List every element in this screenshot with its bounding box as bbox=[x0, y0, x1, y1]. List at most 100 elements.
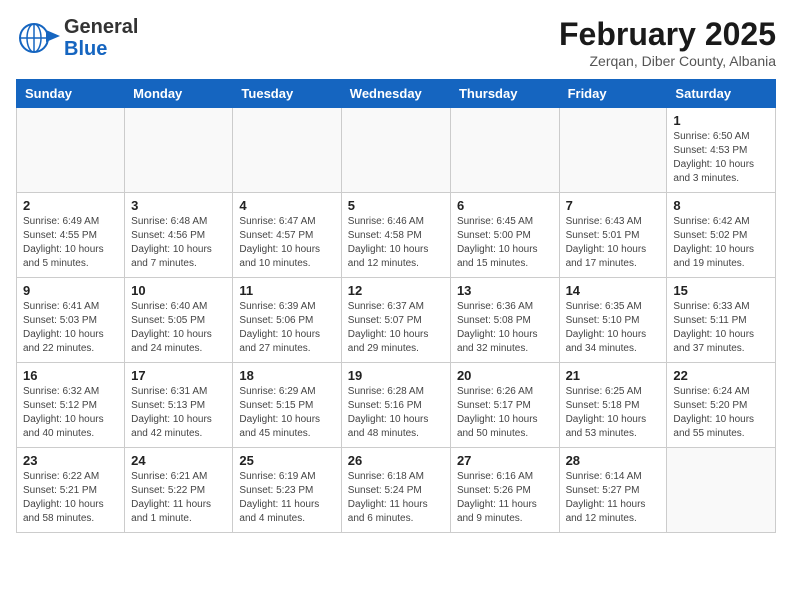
day-info: Sunrise: 6:46 AM Sunset: 4:58 PM Dayligh… bbox=[348, 215, 444, 271]
day-info: Sunrise: 6:45 AM Sunset: 5:00 PM Dayligh… bbox=[457, 215, 553, 271]
calendar-day-cell bbox=[233, 108, 341, 193]
calendar-day-cell: 2Sunrise: 6:49 AM Sunset: 4:55 PM Daylig… bbox=[17, 193, 125, 278]
day-number: 13 bbox=[457, 283, 553, 298]
day-info: Sunrise: 6:29 AM Sunset: 5:15 PM Dayligh… bbox=[239, 385, 334, 441]
calendar-week-row: 1 Sunrise: 6:50 AM Sunset: 4:53 PM Daylig… bbox=[17, 108, 776, 193]
day-number: 21 bbox=[566, 368, 661, 383]
day-number: 26 bbox=[348, 453, 444, 468]
day-number: 20 bbox=[457, 368, 553, 383]
day-of-week-header: Friday bbox=[559, 80, 667, 108]
calendar-day-cell: 24Sunrise: 6:21 AM Sunset: 5:22 PM Dayli… bbox=[125, 448, 233, 533]
day-number: 25 bbox=[239, 453, 334, 468]
calendar-day-cell: 27Sunrise: 6:16 AM Sunset: 5:26 PM Dayli… bbox=[450, 448, 559, 533]
day-info: Sunrise: 6:19 AM Sunset: 5:23 PM Dayligh… bbox=[239, 470, 334, 526]
calendar-day-cell bbox=[17, 108, 125, 193]
day-info: Sunrise: 6:31 AM Sunset: 5:13 PM Dayligh… bbox=[131, 385, 226, 441]
calendar-day-cell: 16Sunrise: 6:32 AM Sunset: 5:12 PM Dayli… bbox=[17, 363, 125, 448]
calendar-day-cell bbox=[125, 108, 233, 193]
day-info: Sunrise: 6:48 AM Sunset: 4:56 PM Dayligh… bbox=[131, 215, 226, 271]
day-info: Sunrise: 6:49 AM Sunset: 4:55 PM Dayligh… bbox=[23, 215, 118, 271]
day-info: Sunrise: 6:37 AM Sunset: 5:07 PM Dayligh… bbox=[348, 300, 444, 356]
day-info: Sunrise: 6:25 AM Sunset: 5:18 PM Dayligh… bbox=[566, 385, 661, 441]
calendar-day-cell: 14Sunrise: 6:35 AM Sunset: 5:10 PM Dayli… bbox=[559, 278, 667, 363]
logo-blue: Blue bbox=[64, 38, 107, 60]
day-of-week-header: Wednesday bbox=[341, 80, 450, 108]
day-info: Sunrise: 6:39 AM Sunset: 5:06 PM Dayligh… bbox=[239, 300, 334, 356]
calendar-week-row: 9 Sunrise: 6:41 AM Sunset: 5:03 PM Daylig… bbox=[17, 278, 776, 363]
day-of-week-header: Sunday bbox=[17, 80, 125, 108]
day-info: Sunrise: 6:40 AM Sunset: 5:05 PM Dayligh… bbox=[131, 300, 226, 356]
day-info: Sunrise: 6:28 AM Sunset: 5:16 PM Dayligh… bbox=[348, 385, 444, 441]
day-number: 6 bbox=[457, 198, 553, 213]
calendar-week-row: 16Sunrise: 6:32 AM Sunset: 5:12 PM Dayli… bbox=[17, 363, 776, 448]
calendar-day-cell: 20 Sunrise: 6:26 AM Sunset: 5:17 PM Dayli… bbox=[450, 363, 559, 448]
calendar-day-cell: 26Sunrise: 6:18 AM Sunset: 5:24 PM Dayli… bbox=[341, 448, 450, 533]
calendar-day-cell bbox=[341, 108, 450, 193]
day-number: 1 bbox=[673, 113, 769, 128]
calendar-day-cell bbox=[450, 108, 559, 193]
calendar-day-cell: 7 Sunrise: 6:43 AM Sunset: 5:01 PM Daylig… bbox=[559, 193, 667, 278]
logo-general: General bbox=[64, 16, 138, 38]
calendar-day-cell: 4 Sunrise: 6:47 AM Sunset: 4:57 PM Daylig… bbox=[233, 193, 341, 278]
calendar-day-cell: 23 Sunrise: 6:22 AM Sunset: 5:21 PM Dayli… bbox=[17, 448, 125, 533]
logo: General Blue bbox=[16, 16, 138, 60]
day-number: 24 bbox=[131, 453, 226, 468]
day-info: Sunrise: 6:35 AM Sunset: 5:10 PM Dayligh… bbox=[566, 300, 661, 356]
calendar-day-cell bbox=[667, 448, 776, 533]
day-number: 8 bbox=[673, 198, 769, 213]
calendar-day-cell: 12 Sunrise: 6:37 AM Sunset: 5:07 PM Dayli… bbox=[341, 278, 450, 363]
day-info: Sunrise: 6:26 AM Sunset: 5:17 PM Dayligh… bbox=[457, 385, 553, 441]
calendar-day-cell bbox=[559, 108, 667, 193]
logo-icon bbox=[16, 20, 60, 56]
day-number: 18 bbox=[239, 368, 334, 383]
day-of-week-header: Monday bbox=[125, 80, 233, 108]
day-info: Sunrise: 6:43 AM Sunset: 5:01 PM Dayligh… bbox=[566, 215, 661, 271]
day-info: Sunrise: 6:16 AM Sunset: 5:26 PM Dayligh… bbox=[457, 470, 553, 526]
day-info: Sunrise: 6:24 AM Sunset: 5:20 PM Dayligh… bbox=[673, 385, 769, 441]
calendar-day-cell: 19 Sunrise: 6:28 AM Sunset: 5:16 PM Dayli… bbox=[341, 363, 450, 448]
day-of-week-header: Thursday bbox=[450, 80, 559, 108]
calendar-day-cell: 21 Sunrise: 6:25 AM Sunset: 5:18 PM Dayli… bbox=[559, 363, 667, 448]
day-info: Sunrise: 6:41 AM Sunset: 5:03 PM Dayligh… bbox=[23, 300, 118, 356]
day-number: 12 bbox=[348, 283, 444, 298]
day-number: 10 bbox=[131, 283, 226, 298]
calendar-header-row: SundayMondayTuesdayWednesdayThursdayFrid… bbox=[17, 80, 776, 108]
calendar-day-cell: 10 Sunrise: 6:40 AM Sunset: 5:05 PM Dayli… bbox=[125, 278, 233, 363]
calendar-day-cell: 25 Sunrise: 6:19 AM Sunset: 5:23 PM Dayli… bbox=[233, 448, 341, 533]
day-info: Sunrise: 6:22 AM Sunset: 5:21 PM Dayligh… bbox=[23, 470, 118, 526]
calendar-day-cell: 13Sunrise: 6:36 AM Sunset: 5:08 PM Dayli… bbox=[450, 278, 559, 363]
month-year-title: February 2025 bbox=[559, 16, 776, 53]
calendar-day-cell: 6 Sunrise: 6:45 AM Sunset: 5:00 PM Daylig… bbox=[450, 193, 559, 278]
calendar-day-cell: 9 Sunrise: 6:41 AM Sunset: 5:03 PM Daylig… bbox=[17, 278, 125, 363]
calendar-week-row: 2Sunrise: 6:49 AM Sunset: 4:55 PM Daylig… bbox=[17, 193, 776, 278]
page-header: General Blue February 2025 Zerqan, Diber… bbox=[16, 16, 776, 69]
day-number: 5 bbox=[348, 198, 444, 213]
calendar-day-cell: 1 Sunrise: 6:50 AM Sunset: 4:53 PM Daylig… bbox=[667, 108, 776, 193]
day-number: 4 bbox=[239, 198, 334, 213]
day-number: 15 bbox=[673, 283, 769, 298]
day-number: 17 bbox=[131, 368, 226, 383]
day-number: 23 bbox=[23, 453, 118, 468]
calendar-day-cell: 18 Sunrise: 6:29 AM Sunset: 5:15 PM Dayli… bbox=[233, 363, 341, 448]
day-number: 28 bbox=[566, 453, 661, 468]
day-number: 3 bbox=[131, 198, 226, 213]
day-info: Sunrise: 6:47 AM Sunset: 4:57 PM Dayligh… bbox=[239, 215, 334, 271]
calendar-day-cell: 17 Sunrise: 6:31 AM Sunset: 5:13 PM Dayli… bbox=[125, 363, 233, 448]
day-number: 9 bbox=[23, 283, 118, 298]
day-of-week-header: Saturday bbox=[667, 80, 776, 108]
day-info: Sunrise: 6:32 AM Sunset: 5:12 PM Dayligh… bbox=[23, 385, 118, 441]
day-info: Sunrise: 6:50 AM Sunset: 4:53 PM Dayligh… bbox=[673, 130, 769, 186]
title-section: February 2025 Zerqan, Diber County, Alba… bbox=[559, 16, 776, 69]
day-info: Sunrise: 6:33 AM Sunset: 5:11 PM Dayligh… bbox=[673, 300, 769, 356]
calendar-day-cell: 28 Sunrise: 6:14 AM Sunset: 5:27 PM Dayli… bbox=[559, 448, 667, 533]
calendar-week-row: 23 Sunrise: 6:22 AM Sunset: 5:21 PM Dayli… bbox=[17, 448, 776, 533]
location-subtitle: Zerqan, Diber County, Albania bbox=[559, 53, 776, 69]
calendar-day-cell: 5 Sunrise: 6:46 AM Sunset: 4:58 PM Daylig… bbox=[341, 193, 450, 278]
calendar-day-cell: 11Sunrise: 6:39 AM Sunset: 5:06 PM Dayli… bbox=[233, 278, 341, 363]
day-number: 7 bbox=[566, 198, 661, 213]
day-number: 19 bbox=[348, 368, 444, 383]
day-number: 22 bbox=[673, 368, 769, 383]
calendar-day-cell: 8Sunrise: 6:42 AM Sunset: 5:02 PM Daylig… bbox=[667, 193, 776, 278]
day-info: Sunrise: 6:14 AM Sunset: 5:27 PM Dayligh… bbox=[566, 470, 661, 526]
calendar-day-cell: 15 Sunrise: 6:33 AM Sunset: 5:11 PM Dayli… bbox=[667, 278, 776, 363]
